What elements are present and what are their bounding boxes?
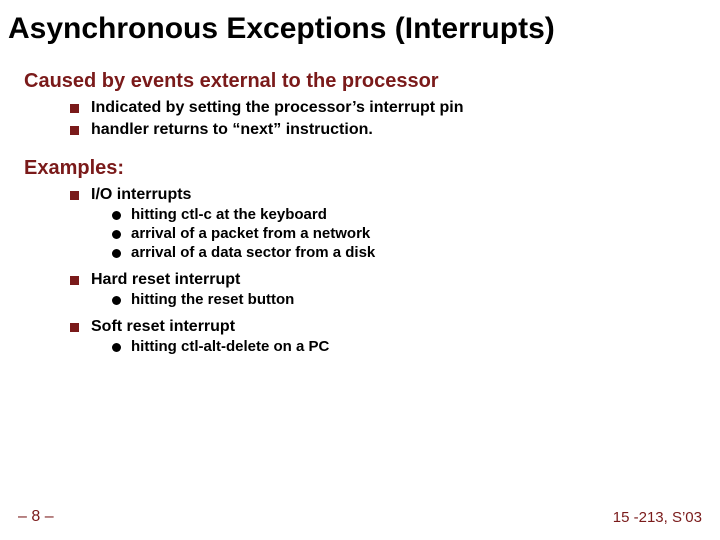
section-heading: Examples:	[24, 157, 720, 180]
circle-bullet-icon	[112, 211, 121, 220]
bullet-text: Indicated by setting the processor’s int…	[91, 99, 464, 117]
sub-bullet-item: hitting ctl-c at the keyboard	[112, 206, 720, 223]
sub-bullet-item: arrival of a packet from a network	[112, 225, 720, 242]
slide: Asynchronous Exceptions (Interrupts) Cau…	[0, 0, 720, 540]
sub-bullet-text: arrival of a packet from a network	[131, 225, 370, 242]
section-heading: Caused by events external to the process…	[24, 70, 720, 93]
circle-bullet-icon	[112, 249, 121, 258]
square-bullet-icon	[70, 191, 79, 200]
slide-title: Asynchronous Exceptions (Interrupts)	[0, 0, 720, 52]
bullet-item: handler returns to “next” instruction.	[70, 121, 720, 139]
sub-bullet-item: hitting ctl-alt-delete on a PC	[112, 338, 720, 355]
circle-bullet-icon	[112, 343, 121, 352]
sub-bullet-item: hitting the reset button	[112, 291, 720, 308]
sub-bullet-text: hitting ctl-alt-delete on a PC	[131, 338, 329, 355]
sub-bullet-item: arrival of a data sector from a disk	[112, 244, 720, 261]
course-code: 15 -213, S’03	[613, 509, 702, 526]
square-bullet-icon	[70, 276, 79, 285]
sub-bullet-text: hitting the reset button	[131, 291, 294, 308]
bullet-text: I/O interrupts	[91, 186, 191, 204]
sub-bullet-text: arrival of a data sector from a disk	[131, 244, 375, 261]
bullet-item: I/O interrupts	[70, 186, 720, 204]
bullet-item: Soft reset interrupt	[70, 318, 720, 336]
square-bullet-icon	[70, 323, 79, 332]
square-bullet-icon	[70, 126, 79, 135]
page-number: – 8 –	[18, 508, 54, 526]
bullet-text: Hard reset interrupt	[91, 271, 240, 289]
bullet-item: Hard reset interrupt	[70, 271, 720, 289]
sub-bullet-text: hitting ctl-c at the keyboard	[131, 206, 327, 223]
bullet-item: Indicated by setting the processor’s int…	[70, 99, 720, 117]
bullet-text: handler returns to “next” instruction.	[91, 121, 373, 139]
bullet-text: Soft reset interrupt	[91, 318, 235, 336]
circle-bullet-icon	[112, 296, 121, 305]
square-bullet-icon	[70, 104, 79, 113]
circle-bullet-icon	[112, 230, 121, 239]
